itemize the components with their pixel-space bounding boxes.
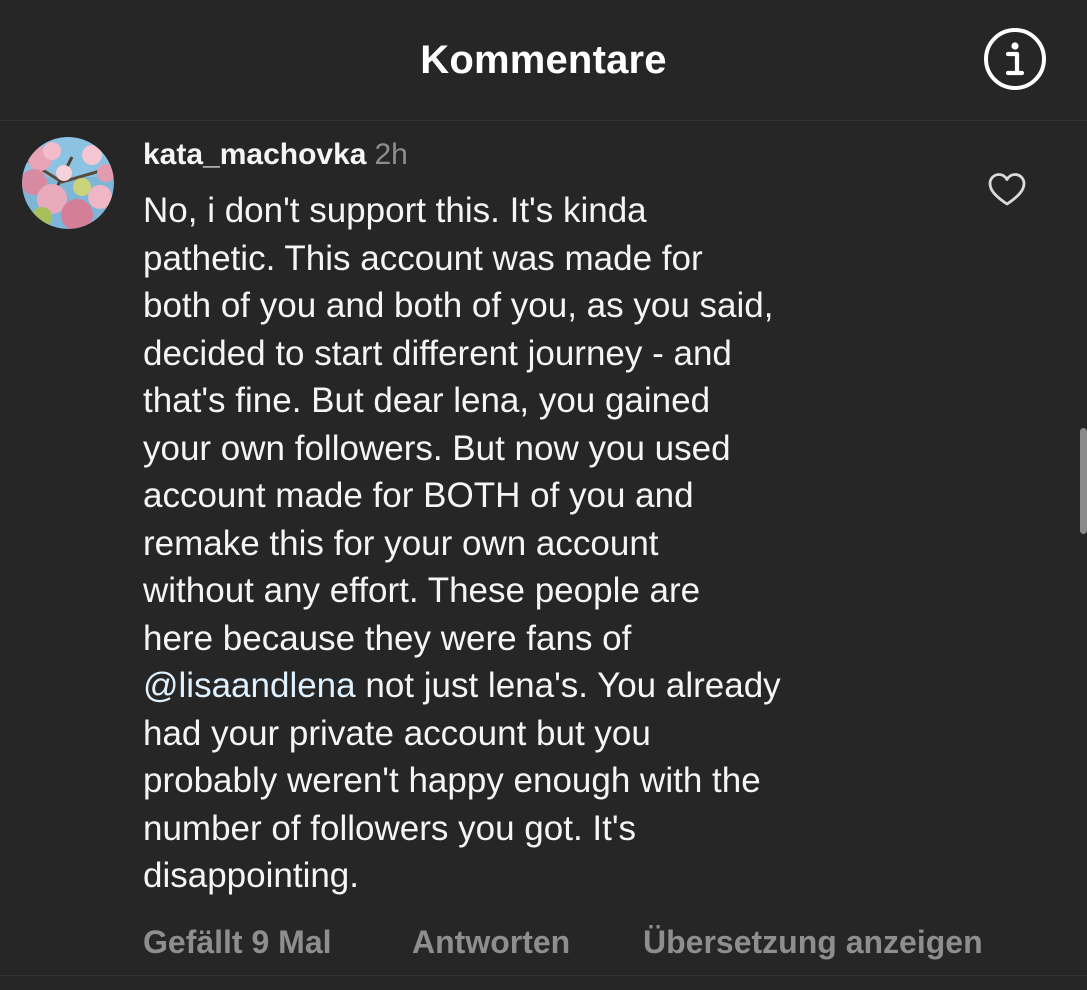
comment-text: No, i don't support this. It's kinda pat… <box>143 187 963 900</box>
translate-button[interactable]: Übersetzung anzeigen <box>643 924 983 961</box>
heart-outline-icon <box>988 173 1026 206</box>
username[interactable]: kata_machovka <box>143 138 366 171</box>
avatar[interactable] <box>22 137 114 229</box>
profile-avatar <box>22 137 114 229</box>
info-button[interactable] <box>983 27 1047 91</box>
like-button[interactable] <box>986 169 1028 211</box>
mention-link[interactable]: @lisaandlena <box>143 666 356 705</box>
info-circle-icon <box>984 28 1046 90</box>
header-bar: Kommentare <box>0 0 1087 121</box>
scrollbar[interactable] <box>1080 428 1087 534</box>
comment-meta: kata_machovka 2h <box>143 135 963 175</box>
comment-item: kata_machovka 2h No, i don't support this… <box>0 121 1087 990</box>
comment-time: 2h <box>374 138 408 171</box>
comment-actions: Gefällt 9 Mal Antworten Übersetzung anze… <box>143 924 983 961</box>
likes-count-button[interactable]: Gefällt 9 Mal <box>143 924 412 961</box>
reply-button[interactable]: Antworten <box>412 924 643 961</box>
page-title: Kommentare <box>420 37 667 82</box>
comments-screen: Kommentare kata_machovka 2h No, i don't … <box>0 0 1087 990</box>
comment-body: kata_machovka 2h No, i don't support this… <box>143 135 963 900</box>
comment-text-part-1: No, i don't support this. It's kinda pat… <box>143 191 774 658</box>
divider <box>0 975 1087 976</box>
